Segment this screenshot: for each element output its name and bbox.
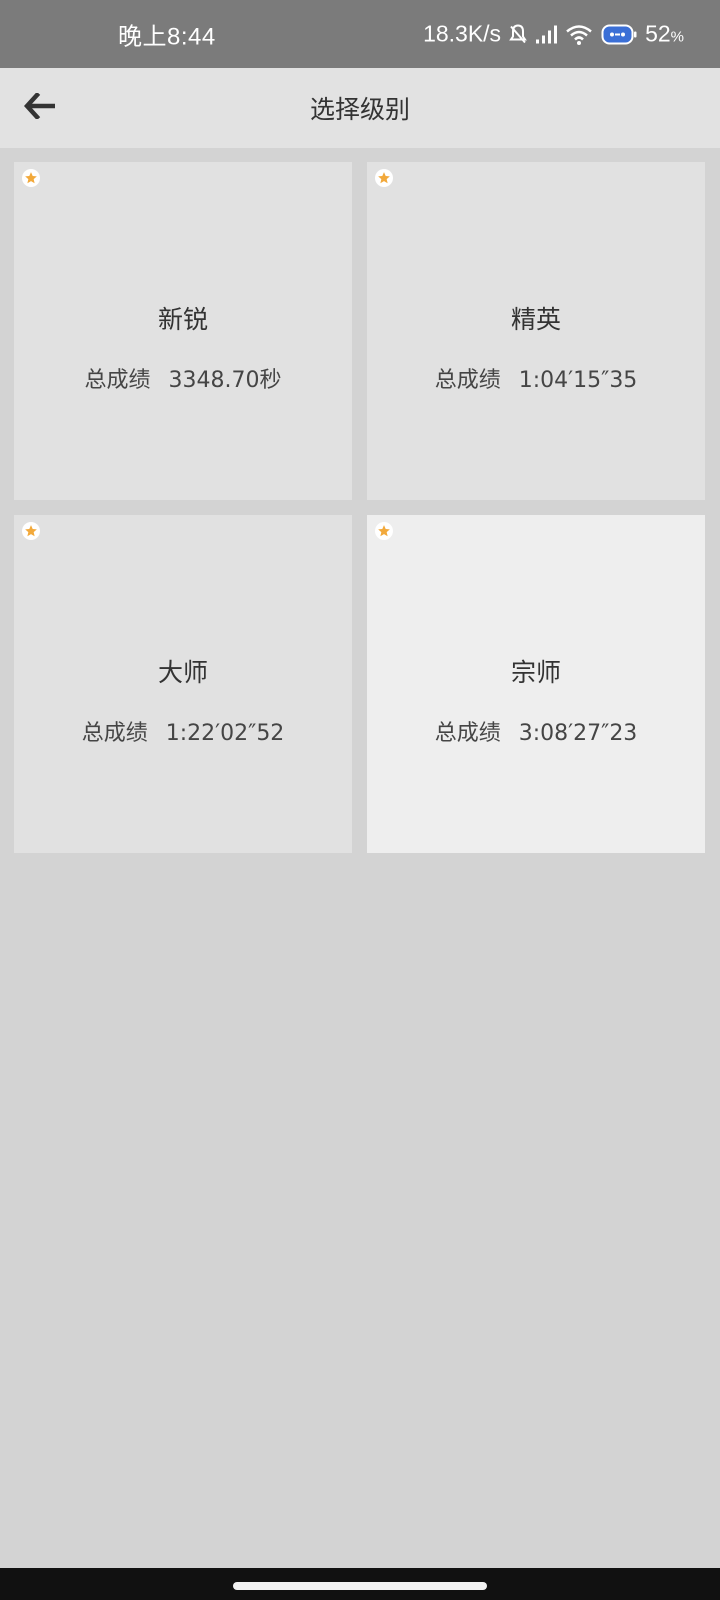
star-icon	[22, 522, 40, 540]
level-score: 总成绩 1:22′02″52	[14, 715, 352, 747]
level-name: 大师	[157, 658, 208, 687]
network-speed: 18.3K/s	[423, 20, 502, 47]
star-icon	[375, 522, 393, 540]
battery-percent-unit: %	[670, 28, 684, 46]
battery-percent-value: 52	[645, 20, 671, 47]
signal-icon	[535, 24, 558, 44]
level-name: 精英	[510, 305, 561, 334]
level-grid: 新锐 总成绩 3348.70秒 精英 总成绩 1:04′15″35 大师 总成绩 1:…	[14, 162, 706, 853]
score-value: 1:22′02″52	[165, 721, 285, 746]
status-icons: 18.3K/s 52%	[423, 21, 684, 48]
score-value: 1:04′15″35	[518, 368, 638, 393]
score-label: 总成绩	[84, 368, 151, 393]
level-card-dashi[interactable]: 大师 总成绩 1:22′02″52	[14, 515, 352, 853]
star-icon	[22, 169, 40, 187]
system-nav-bar	[0, 1568, 720, 1600]
app-bar: 选择级别	[0, 68, 720, 148]
wifi-icon	[565, 23, 593, 45]
status-bar: 晚上8:44 18.3K/s 52%	[0, 0, 720, 68]
level-card-jingying[interactable]: 精英 总成绩 1:04′15″35	[367, 162, 705, 500]
battery-saver-icon	[601, 23, 637, 45]
bell-off-icon	[509, 23, 527, 45]
star-icon	[375, 169, 393, 187]
level-score: 总成绩 3:08′27″23	[367, 715, 705, 747]
score-value: 3:08′27″23	[518, 721, 638, 746]
battery-percent: 52%	[645, 21, 684, 48]
level-score: 总成绩 3348.70秒	[14, 362, 352, 394]
score-label: 总成绩	[434, 721, 501, 746]
score-value: 3348.70秒	[168, 368, 282, 393]
level-score: 总成绩 1:04′15″35	[367, 362, 705, 394]
level-card-xinrui[interactable]: 新锐 总成绩 3348.70秒	[14, 162, 352, 500]
score-label: 总成绩	[81, 721, 148, 746]
home-indicator[interactable]	[233, 1582, 487, 1590]
score-label: 总成绩	[434, 368, 501, 393]
status-time: 晚上8:44	[118, 23, 216, 51]
level-name: 宗师	[510, 658, 561, 687]
page-title: 选择级别	[309, 95, 410, 124]
level-name: 新锐	[157, 305, 208, 334]
level-card-zongshi[interactable]: 宗师 总成绩 3:08′27″23	[367, 515, 705, 853]
